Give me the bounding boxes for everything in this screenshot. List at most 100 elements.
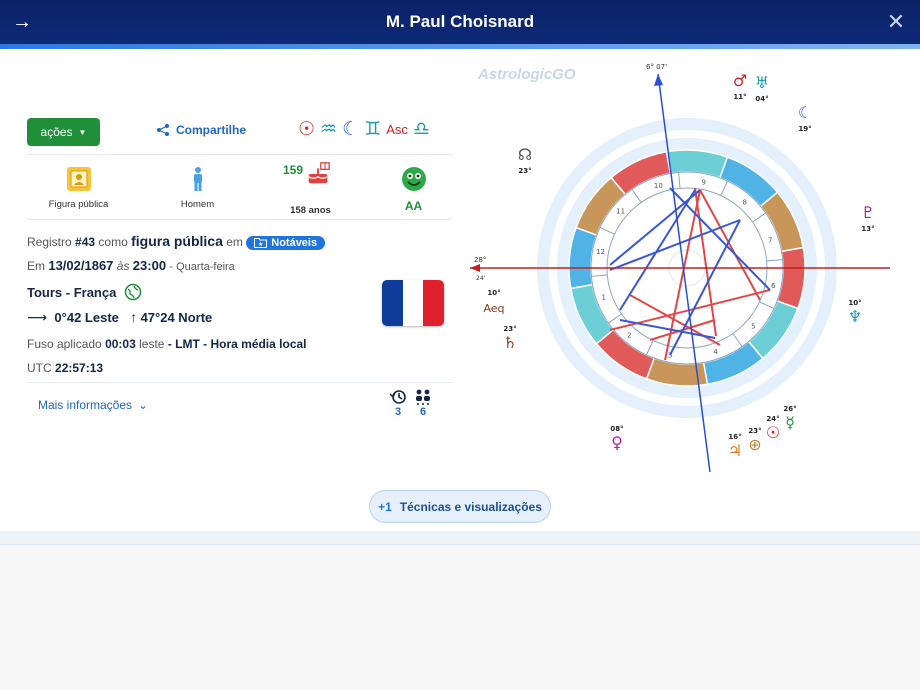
techniques-count: +1 <box>378 499 392 514</box>
aquarius-sign-icon[interactable]: ♒ <box>320 119 337 141</box>
planet-glyph: ♄ <box>503 333 517 352</box>
svg-text:★: ★ <box>258 241 263 248</box>
mc-degree-label: 6° 07' <box>646 63 667 71</box>
acoes-label: ações <box>40 125 73 139</box>
birth-time: 23:00 <box>132 258 167 273</box>
house-number: 8 <box>742 199 746 207</box>
acoes-button[interactable]: ações ▼ <box>27 118 100 146</box>
stats-row: Figura pública Homem 159 158 anos AA <box>25 154 453 220</box>
planet-degree: 23° <box>503 325 516 333</box>
sun-sign-icon[interactable]: ☉ <box>298 119 315 141</box>
france-flag <box>382 280 444 326</box>
timezone-line: Fuso aplicado 00:03 leste - LMT - Hora m… <box>27 337 307 351</box>
house-number: 1 <box>602 294 606 302</box>
coordinates-line: ⟶ 0°42 Leste ↑ 47°24 Norte <box>27 309 212 326</box>
utc-line: UTC 22:57:13 <box>27 361 103 375</box>
planet-degree: 26° <box>783 405 796 413</box>
planet-glyph: ♅ <box>755 73 769 92</box>
notaveis-badge[interactable]: ★ Notáveis <box>246 235 326 250</box>
house-number: 4 <box>713 348 718 356</box>
planet-degree: 24° <box>766 415 779 423</box>
moon-sign-icon[interactable]: ☾ <box>342 119 359 141</box>
asc-arrow <box>470 264 480 272</box>
registry-type: figura pública <box>131 233 223 249</box>
tz-prefix: Fuso aplicado <box>27 337 102 351</box>
stat-rating-label: AA <box>404 199 423 213</box>
ascendant-label[interactable]: Asc <box>386 119 408 141</box>
planet-glyph: ☿ <box>785 413 795 432</box>
asc-degree-label: 28° <box>474 256 486 264</box>
utc-time: 22:57:13 <box>55 361 104 375</box>
more-info-button[interactable]: Mais informações ⌄ <box>38 398 148 412</box>
planet-degree: 16° <box>728 433 741 441</box>
planet-degree: 23° <box>518 167 531 175</box>
people-button[interactable]: 6 <box>412 388 434 418</box>
tz-direction: leste <box>139 337 165 351</box>
house-number: 5 <box>751 323 755 331</box>
mc-arrow <box>654 74 663 86</box>
stat-rating[interactable]: AA <box>360 155 467 221</box>
close-icon[interactable]: ✕ <box>884 10 908 34</box>
planet-glyph: ♃ <box>728 441 742 460</box>
house-number: 2 <box>627 331 631 339</box>
arrow-north-icon: ↑ <box>130 309 138 325</box>
birth-date: 13/02/1867 <box>48 258 114 273</box>
top-bar: → M. Paul Choisnard ✕ <box>0 0 920 44</box>
people-icon <box>416 389 430 405</box>
planet-glyph: ♇ <box>861 203 875 222</box>
stat-figure-label: Figura pública <box>48 199 109 210</box>
stat-age[interactable]: 159 158 anos <box>257 155 364 221</box>
city-line: Tours - França <box>27 283 142 301</box>
planet-glyph: ♆ <box>848 307 862 326</box>
notaveis-label: Notáveis <box>271 236 318 249</box>
techniques-button[interactable]: +1 Técnicas e visualizações <box>369 490 551 523</box>
arrow-right-icon[interactable]: → <box>10 10 34 34</box>
card-bottom-edge <box>0 531 920 545</box>
stat-age-label: 158 anos <box>290 205 331 216</box>
stat-figure[interactable]: Figura pública <box>25 155 132 221</box>
house-number: 11 <box>616 207 625 215</box>
more-info-label: Mais informações <box>38 398 133 412</box>
weekday: - Quarta-feira <box>169 261 235 273</box>
planet-glyph: ☊ <box>518 145 532 164</box>
flag-stripe-white <box>402 280 424 326</box>
registry-line: Registro #43 como figura pública em ★ No… <box>27 233 326 250</box>
portrait-icon <box>66 167 91 191</box>
planet-degree: 10° <box>487 289 500 297</box>
asc-minutes-label: 24' <box>476 275 486 282</box>
natal-chart-wheel[interactable]: 101112123 4567896° 07'28°24'♂11°♅04°☾19°☊… <box>470 60 910 480</box>
planet-glyph: ♂ <box>733 71 747 90</box>
registry-in: em <box>226 235 243 249</box>
man-icon <box>193 167 202 191</box>
page-title: M. Paul Choisnard <box>385 12 535 31</box>
birthday-cake-icon <box>308 162 330 184</box>
tz-offset: 00:03 <box>105 337 136 351</box>
sign-symbols: ☉ ♒ ☾ ♊ Asc ♎ <box>298 119 430 141</box>
planet-degree: 10° <box>848 299 861 307</box>
globe-icon[interactable] <box>124 283 142 301</box>
birth-city[interactable]: Tours - França <box>27 285 116 300</box>
longitude: 0°42 Leste <box>54 310 119 325</box>
tz-name: - LMT - Hora média local <box>167 337 307 351</box>
stat-gender[interactable]: Homem <box>144 155 251 221</box>
utc-prefix: UTC <box>27 361 52 375</box>
planet-degree: 04° <box>755 95 768 103</box>
techniques-label: Técnicas e visualizações <box>399 499 542 514</box>
rating-face-icon <box>401 167 426 191</box>
gemini-sign-icon[interactable]: ♊ <box>364 119 381 141</box>
registry-number: #43 <box>75 235 96 249</box>
folder-star-icon: ★ <box>254 238 268 249</box>
arrow-east-icon: ⟶ <box>27 309 48 325</box>
planet-degree: 13° <box>861 225 874 233</box>
share-button[interactable]: Compartilhe <box>156 123 246 137</box>
history-button[interactable]: 3 <box>387 388 409 418</box>
house-number: 12 <box>596 248 605 256</box>
planet-glyph: ☾ <box>798 103 812 122</box>
libra-sign-icon[interactable]: ♎ <box>413 119 430 141</box>
stat-gender-label: Homem <box>180 199 215 210</box>
planet-glyph: ⊕ <box>748 435 761 454</box>
latitude: 47°24 Norte <box>140 310 213 325</box>
planet-degree: 08° <box>610 425 623 433</box>
date-prefix: Em <box>27 259 45 273</box>
history-icon <box>389 390 406 404</box>
